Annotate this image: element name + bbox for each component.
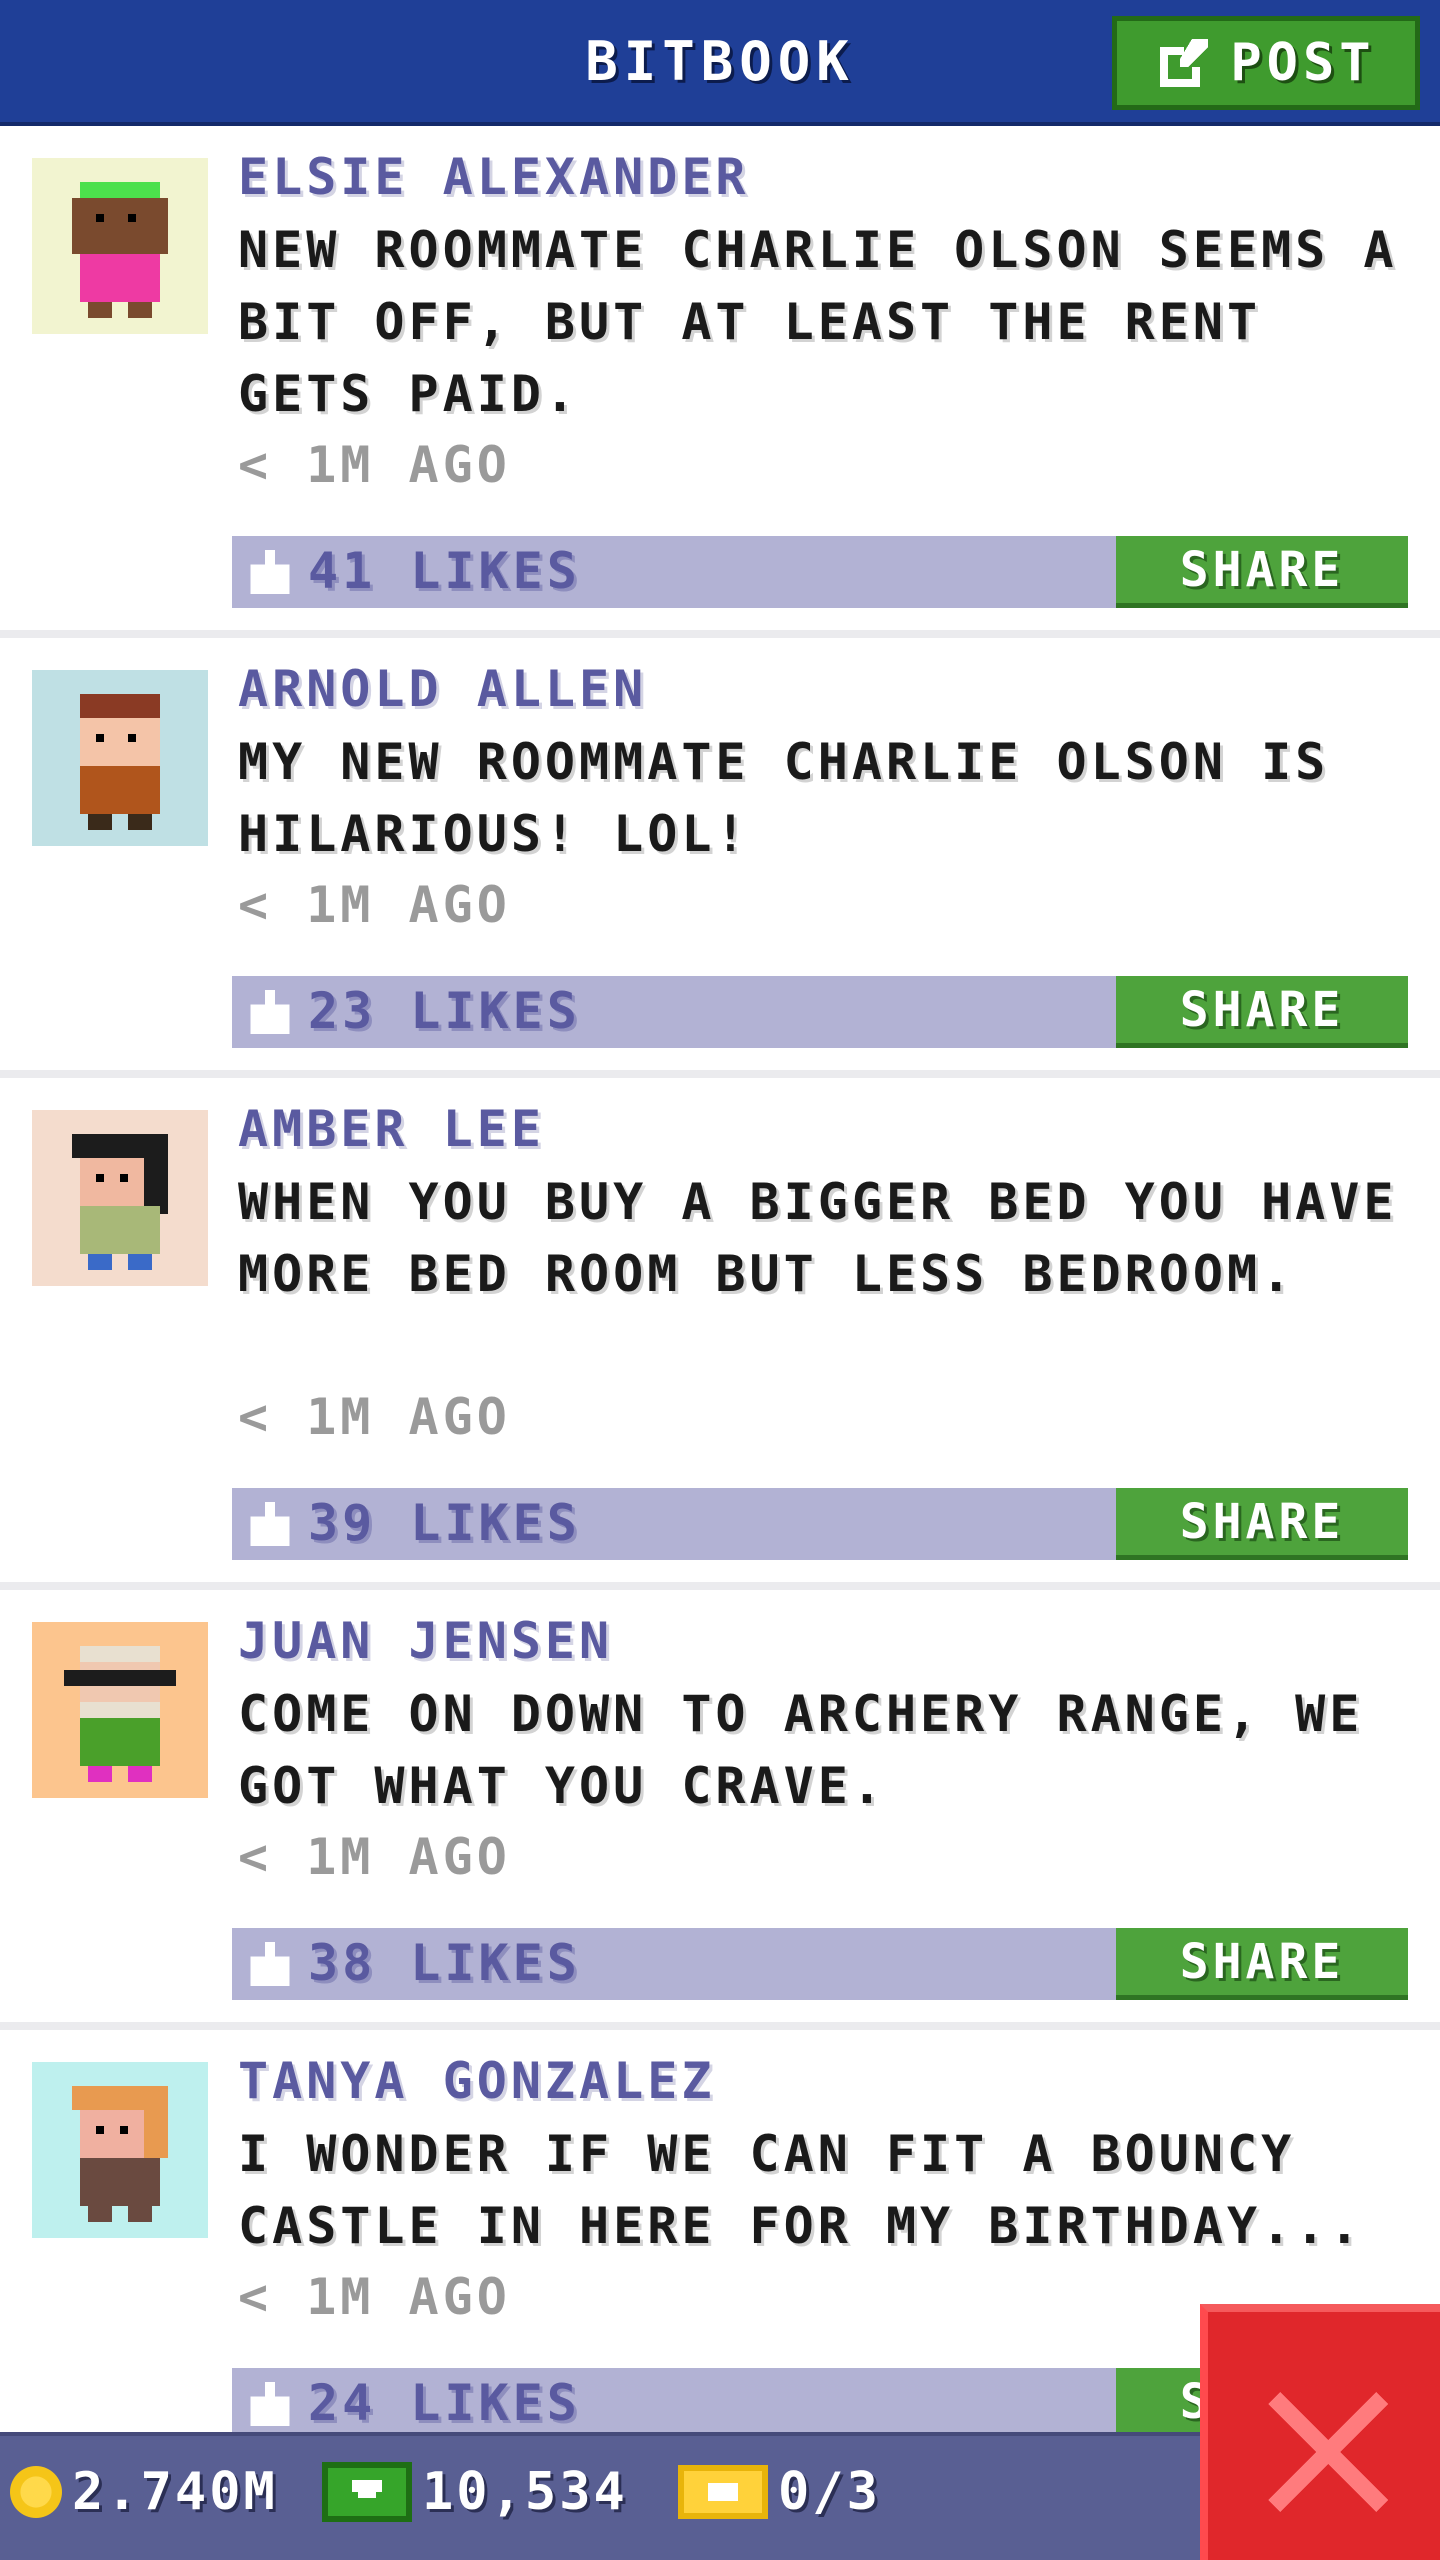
edit-icon xyxy=(1160,39,1209,87)
post-time: < 1M AGO xyxy=(238,1388,511,1446)
share-button[interactable]: SHARE xyxy=(1116,1928,1408,2000)
likes-count: 41 LIKES xyxy=(308,542,581,600)
coins-value: 2.740M xyxy=(72,2462,278,2522)
post-button[interactable]: POST xyxy=(1112,16,1420,110)
avatar-arnold-allen xyxy=(32,670,208,846)
post-text: I WONDER IF WE CAN FIT A BOUNCY CASTLE I… xyxy=(238,2125,1364,2255)
avatar-juan-jensen xyxy=(32,1622,208,1798)
post-time: < 1M AGO xyxy=(238,436,511,494)
feed-post: ARNOLD ALLEN MY NEW ROOMMATE CHARLIE OLS… xyxy=(0,638,1440,1078)
post-text: MY NEW ROOMMATE CHARLIE OLSON IS HILARIO… xyxy=(238,733,1330,863)
post-author[interactable]: ARNOLD ALLEN xyxy=(238,660,647,718)
feed-post: AMBER LEE WHEN YOU BUY A BIGGER BED YOU … xyxy=(0,1078,1440,1590)
thumb-icon xyxy=(250,1502,290,1546)
avatar xyxy=(32,1622,208,1798)
likes-bar: 38 LIKES SHARE xyxy=(232,1928,1408,2000)
post-author[interactable]: TANYA GONZALEZ xyxy=(238,2052,715,2110)
avatar xyxy=(32,158,208,334)
tickets-stat: 0/3 xyxy=(678,2462,881,2522)
likes-count: 38 LIKES xyxy=(308,1934,581,1992)
likes-count: 39 LIKES xyxy=(308,1494,581,1552)
thumb-icon xyxy=(250,550,290,594)
share-button[interactable]: SHARE xyxy=(1116,536,1408,608)
avatar-amber-lee xyxy=(32,1110,208,1286)
avatar xyxy=(32,1110,208,1286)
close-icon xyxy=(1268,2392,1388,2512)
share-button[interactable]: SHARE xyxy=(1116,1488,1408,1560)
post-author[interactable]: JUAN JENSEN xyxy=(238,1612,613,1670)
close-button[interactable] xyxy=(1200,2304,1440,2560)
bux-value: 10,534 xyxy=(422,2462,628,2522)
post-text: WHEN YOU BUY A BIGGER BED YOU HAVE MORE … xyxy=(238,1173,1398,1303)
post-time: < 1M AGO xyxy=(238,876,511,934)
likes-bar: 39 LIKES SHARE xyxy=(232,1488,1408,1560)
thumb-icon xyxy=(250,1942,290,1986)
share-button[interactable]: SHARE xyxy=(1116,976,1408,1048)
avatar xyxy=(32,2062,208,2238)
tickets-value: 0/3 xyxy=(778,2462,881,2522)
post-text: COME ON DOWN TO ARCHERY RANGE, WE GOT WH… xyxy=(238,1685,1364,1815)
post-author[interactable]: ELSIE ALEXANDER xyxy=(238,148,750,206)
app-header: BITBOOK POST xyxy=(0,0,1440,126)
likes-bar: 41 LIKES SHARE xyxy=(232,536,1408,608)
feed-post: JUAN JENSEN COME ON DOWN TO ARCHERY RANG… xyxy=(0,1590,1440,2030)
avatar-tanya-gonzalez xyxy=(32,2062,208,2238)
bux-stat: 10,534 xyxy=(322,2462,628,2522)
thumb-icon xyxy=(250,2382,290,2426)
post-author[interactable]: AMBER LEE xyxy=(238,1100,545,1158)
post-time: < 1M AGO xyxy=(238,2268,511,2326)
thumb-icon xyxy=(250,990,290,1034)
post-text: NEW ROOMMATE CHARLIE OLSON SEEMS A BIT O… xyxy=(238,221,1398,423)
likes-bar: 23 LIKES SHARE xyxy=(232,976,1408,1048)
likes-count: 23 LIKES xyxy=(308,982,581,1040)
feed-post: ELSIE ALEXANDER NEW ROOMMATE CHARLIE OLS… xyxy=(0,126,1440,638)
bux-icon xyxy=(322,2462,412,2522)
post-time: < 1M AGO xyxy=(238,1828,511,1886)
likes-count: 24 LIKES xyxy=(308,2374,581,2432)
avatar xyxy=(32,670,208,846)
ticket-icon xyxy=(678,2465,768,2519)
post-button-label: POST xyxy=(1230,33,1376,93)
coin-icon xyxy=(10,2466,62,2518)
avatar-elsie-alexander xyxy=(32,158,208,334)
coins-stat: 2.740M xyxy=(10,2462,278,2522)
